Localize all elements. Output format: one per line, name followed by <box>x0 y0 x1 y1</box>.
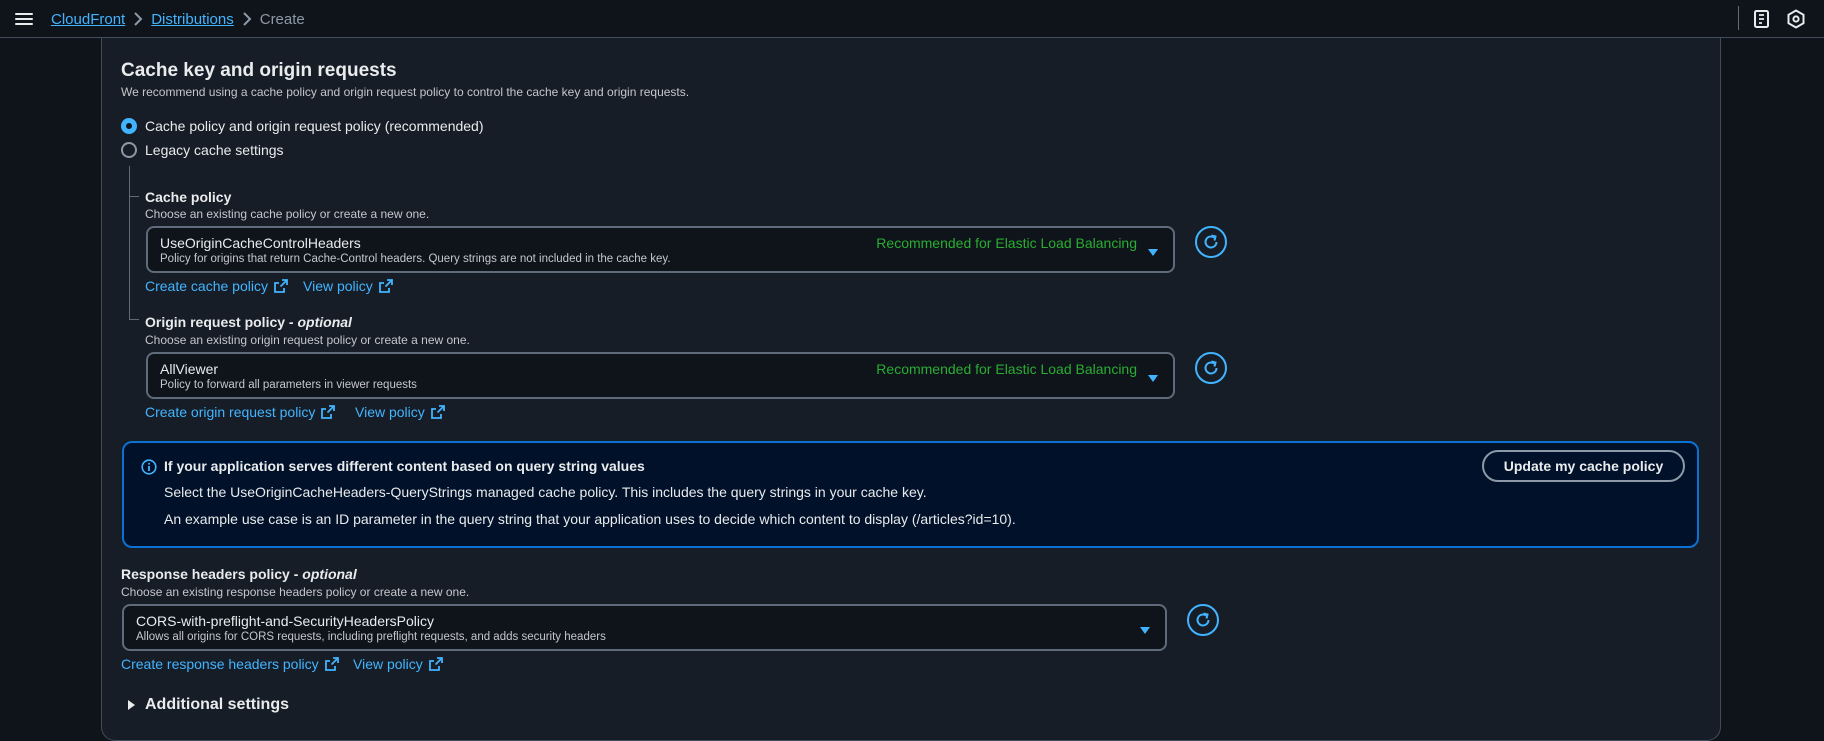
cache-policy-recommended-tag: Recommended for Elastic Load Balancing <box>876 235 1137 251</box>
section-title: Cache key and origin requests <box>121 60 397 81</box>
external-link-icon <box>430 405 445 419</box>
info-alert-text-2: An example use case is an ID parameter i… <box>164 511 1016 527</box>
caret-down-icon <box>1147 371 1159 382</box>
external-link-icon <box>324 657 339 671</box>
cache-policy-value: UseOriginCacheControlHeaders <box>160 235 361 251</box>
view-cache-policy-label: View policy <box>303 278 373 294</box>
response-headers-policy-description: Choose an existing response headers poli… <box>121 585 470 599</box>
radio-label-recommended[interactable]: Cache policy and origin request policy (… <box>145 118 484 134</box>
query-string-info-alert: If your application serves different con… <box>122 441 1699 548</box>
breadcrumb-current: Create <box>259 10 305 28</box>
cache-policy-description: Choose an existing cache policy or creat… <box>145 207 430 221</box>
origin-request-policy-recommended-tag: Recommended for Elastic Load Balancing <box>876 361 1137 377</box>
chevron-right-icon <box>234 10 260 28</box>
external-link-icon <box>321 405 336 419</box>
refresh-icon <box>1204 360 1218 375</box>
additional-settings-expander[interactable]: Additional settings <box>128 696 289 714</box>
response-headers-policy-label-text: Response headers policy - <box>121 566 299 582</box>
origin-request-policy-label: Origin request policy - optional <box>145 314 352 330</box>
view-cache-policy-link[interactable]: View policy <box>303 278 393 294</box>
tree-connector-branch <box>129 319 139 320</box>
refresh-response-headers-policy-button[interactable] <box>1187 604 1219 636</box>
tree-connector-branch <box>129 196 139 197</box>
origin-request-policy-description: Choose an existing origin request policy… <box>145 333 470 347</box>
top-navigation-bar: CloudFront Distributions Create <box>0 0 1824 38</box>
external-link-icon <box>378 279 393 293</box>
breadcrumb: CloudFront Distributions Create <box>51 10 305 28</box>
info-icon <box>141 459 157 475</box>
radio-legacy-cache-settings[interactable] <box>121 142 137 158</box>
refresh-cache-policy-button[interactable] <box>1195 226 1227 258</box>
create-origin-request-policy-link[interactable]: Create origin request policy <box>145 404 336 420</box>
view-response-headers-policy-link[interactable]: View policy <box>353 656 443 672</box>
create-response-headers-policy-label: Create response headers policy <box>121 656 319 672</box>
origin-request-policy-select[interactable]: AllViewer Policy to forward all paramete… <box>146 352 1175 399</box>
response-headers-policy-label: Response headers policy - optional <box>121 566 357 582</box>
create-cache-policy-link[interactable]: Create cache policy <box>145 278 288 294</box>
cache-policy-value-description: Policy for origins that return Cache-Con… <box>160 253 671 265</box>
response-headers-policy-value-description: Allows all origins for CORS requests, in… <box>136 631 606 643</box>
view-origin-request-policy-label: View policy <box>355 404 425 420</box>
view-response-headers-policy-label: View policy <box>353 656 423 672</box>
origin-request-policy-label-text: Origin request policy - <box>145 314 294 330</box>
create-origin-request-policy-label: Create origin request policy <box>145 404 316 420</box>
optional-marker: optional <box>297 314 352 330</box>
response-headers-policy-value: CORS-with-preflight-and-SecurityHeadersP… <box>136 613 434 629</box>
radio-cache-policy-recommended[interactable] <box>121 118 137 134</box>
refresh-icon <box>1196 612 1210 627</box>
section-description: We recommend using a cache policy and or… <box>121 85 690 99</box>
settings-hexagon-icon[interactable] <box>1786 9 1806 29</box>
optional-marker: optional <box>302 566 357 582</box>
breadcrumb-cloudfront[interactable]: CloudFront <box>51 11 125 28</box>
create-cache-policy-label: Create cache policy <box>145 278 268 294</box>
view-origin-request-policy-link[interactable]: View policy <box>355 404 445 420</box>
caret-right-icon <box>128 700 135 710</box>
refresh-icon <box>1204 234 1218 249</box>
menu-icon[interactable] <box>14 10 34 27</box>
chevron-right-icon <box>125 10 151 28</box>
info-alert-title: If your application serves different con… <box>164 458 645 474</box>
caret-down-icon <box>1139 623 1151 634</box>
info-alert-text-1: Select the UseOriginCacheHeaders-QuerySt… <box>164 484 927 500</box>
refresh-origin-request-policy-button[interactable] <box>1195 352 1227 384</box>
external-link-icon <box>428 657 443 671</box>
breadcrumb-distributions[interactable]: Distributions <box>151 11 234 28</box>
response-headers-policy-select[interactable]: CORS-with-preflight-and-SecurityHeadersP… <box>122 604 1167 651</box>
external-link-icon <box>274 279 288 293</box>
create-response-headers-policy-link[interactable]: Create response headers policy <box>121 656 339 672</box>
update-my-cache-policy-button[interactable]: Update my cache policy <box>1482 450 1685 482</box>
cache-policy-label: Cache policy <box>145 189 232 205</box>
info-panel-icon[interactable] <box>1752 9 1772 29</box>
origin-request-policy-value-description: Policy to forward all parameters in view… <box>160 379 417 391</box>
radio-label-legacy[interactable]: Legacy cache settings <box>145 142 284 158</box>
additional-settings-label: Additional settings <box>145 696 289 713</box>
toolbar-divider <box>1738 6 1739 30</box>
origin-request-policy-value: AllViewer <box>160 361 219 377</box>
caret-down-icon <box>1147 245 1159 256</box>
tree-connector <box>129 166 130 319</box>
cache-policy-select[interactable]: UseOriginCacheControlHeaders Policy for … <box>146 226 1175 273</box>
